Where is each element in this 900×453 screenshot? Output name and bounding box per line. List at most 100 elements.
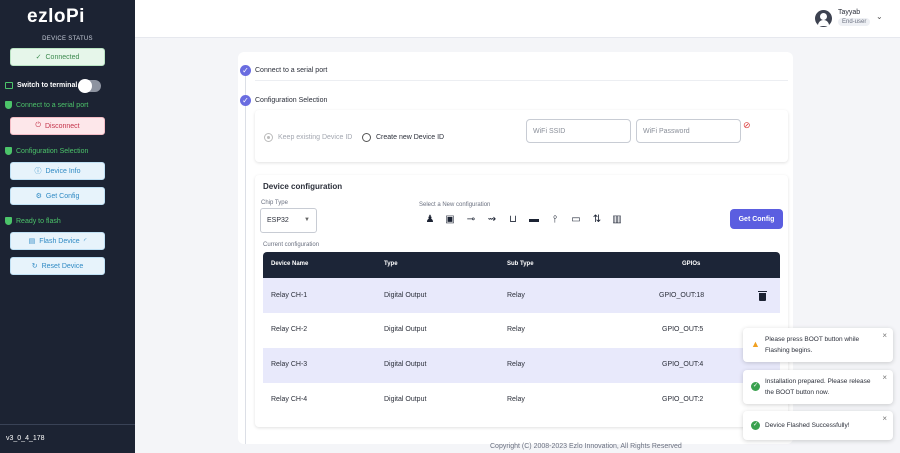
- column-header-gpios: GPIOs: [682, 261, 701, 267]
- toast-success: ✓ Device Flashed Successfully! ×: [743, 411, 893, 440]
- row-device-name: Relay CH-1: [271, 292, 308, 299]
- step2-check-icon: ✓: [240, 95, 251, 106]
- row-gpios: GPIO_OUT:4: [662, 361, 704, 368]
- row-device-name: Relay CH-3: [271, 361, 308, 368]
- column-header-type: Type: [384, 261, 398, 267]
- ready-flash-heading-text: Ready to flash: [16, 217, 61, 225]
- chevron-down-icon: ▼: [304, 217, 310, 223]
- get-config-button[interactable]: Get Config: [730, 209, 783, 229]
- step2-label[interactable]: Configuration Selection: [255, 97, 327, 104]
- toast-success: ✓ Installation prepared. Please release …: [743, 370, 893, 404]
- connect-serial-heading: Connect to a serial port: [5, 101, 88, 109]
- toast-message: Please press BOOT button while Flashing …: [765, 336, 860, 354]
- disconnect-label: Disconnect: [44, 122, 80, 130]
- chevron-down-icon[interactable]: ⌄: [876, 12, 883, 21]
- column-header-sub-type: Sub Type: [507, 261, 534, 267]
- device-status-label: DEVICE STATUS: [42, 36, 93, 42]
- step1-check-icon: ✓: [240, 65, 251, 76]
- sidebar: ezloPi DEVICE STATUS ✓ Connected Switch …: [0, 0, 135, 453]
- row-sub-type: Relay: [507, 361, 525, 368]
- lcd-icon[interactable]: ▭: [570, 214, 582, 226]
- terminal-icon: [5, 82, 13, 89]
- toggle-knob: [78, 79, 92, 93]
- flash-icon: ▤: [28, 238, 36, 245]
- step-connector: [245, 106, 246, 444]
- switch-terminal-label: Switch to terminal: [17, 82, 78, 89]
- toast-message: Device Flashed Successfully!: [765, 422, 850, 429]
- wifi-ssid-field[interactable]: WiFi SSID: [526, 119, 631, 143]
- trash-icon[interactable]: [758, 291, 767, 301]
- terminal-toggle[interactable]: [78, 79, 101, 93]
- device-info-label: Device Info: [45, 167, 81, 175]
- flash-device-label: Flash Device: [39, 237, 80, 245]
- shield-icon: [5, 101, 12, 109]
- config-selection-heading: Configuration Selection: [5, 147, 88, 155]
- led-icon[interactable]: ♟: [424, 214, 436, 226]
- digital-input-icon[interactable]: ⇝: [486, 214, 498, 226]
- check-icon: ✓: [35, 54, 42, 61]
- step-connector: [245, 76, 246, 96]
- power-icon: ⏻: [35, 122, 41, 129]
- row-type: Digital Output: [384, 361, 427, 368]
- avatar[interactable]: [815, 10, 832, 27]
- info-icon: ⓘ: [34, 168, 42, 175]
- get-config-sidebar-button[interactable]: ⚙ Get Config: [10, 187, 105, 205]
- uart-icon[interactable]: ⇅: [591, 214, 603, 226]
- other-icon[interactable]: ▥: [611, 214, 623, 226]
- column-header-device-name: Device Name: [271, 261, 309, 267]
- disconnect-button[interactable]: ⏻ Disconnect: [10, 117, 105, 135]
- row-gpios: GPIO_OUT:18: [659, 292, 705, 299]
- create-new-radio[interactable]: [362, 133, 371, 142]
- row-type: Digital Output: [384, 396, 427, 403]
- get-config-sidebar-label: Get Config: [45, 192, 80, 200]
- app-logo: ezloPi: [27, 6, 85, 27]
- row-sub-type: Relay: [507, 292, 525, 299]
- reset-device-label: Reset Device: [41, 262, 84, 270]
- step-divider: [255, 80, 788, 81]
- close-icon[interactable]: ×: [882, 373, 887, 382]
- check-icon: ✓: [751, 421, 760, 430]
- wifi-off-icon: ⊘: [743, 120, 751, 130]
- row-device-name: Relay CH-2: [271, 326, 308, 333]
- row-device-name: Relay CH-4: [271, 396, 308, 403]
- loading-spinner-icon: ◜: [83, 238, 87, 245]
- gear-icon: ⚙: [35, 193, 42, 200]
- relay-icon[interactable]: ⊔: [507, 214, 519, 226]
- ready-flash-heading: Ready to flash: [5, 217, 61, 225]
- row-sub-type: Relay: [507, 326, 525, 333]
- toast-message: Installation prepared. Please release th…: [765, 378, 871, 396]
- step1-label[interactable]: Connect to a serial port: [255, 67, 327, 74]
- chip-type-label: Chip Type: [261, 200, 288, 206]
- close-icon[interactable]: ×: [882, 414, 887, 423]
- door-sensor-icon[interactable]: ▣: [444, 214, 456, 226]
- switch-icon[interactable]: ⊸: [465, 214, 477, 226]
- close-icon[interactable]: ×: [882, 331, 887, 340]
- reset-device-button[interactable]: ↻ Reset Device: [10, 257, 105, 275]
- keep-existing-radio[interactable]: [264, 133, 273, 142]
- device-config-title: Device configuration: [263, 182, 343, 191]
- sidebar-divider: [0, 424, 135, 425]
- row-gpios: GPIO_OUT:2: [662, 396, 704, 403]
- antenna-icon[interactable]: ⫯: [549, 214, 561, 226]
- shield-icon: [5, 217, 12, 225]
- current-config-label: Current configuration: [263, 242, 320, 248]
- chip-type-value: ESP32: [267, 217, 289, 224]
- wifi-password-field[interactable]: WiFi Password: [636, 119, 741, 143]
- footer-copyright: Copyright (C) 2008-2023 Ezlo Innovation,…: [490, 443, 682, 450]
- chip-type-select[interactable]: ESP32 ▼: [260, 208, 317, 233]
- version-label: v3_0_4_178: [6, 435, 45, 442]
- toast-warning: ▲ Please press BOOT button while Flashin…: [743, 328, 893, 362]
- row-type: Digital Output: [384, 292, 427, 299]
- keep-existing-label: Keep existing Device ID: [278, 134, 353, 141]
- reset-icon: ↻: [31, 263, 38, 270]
- connect-serial-heading-text: Connect to a serial port: [16, 101, 89, 109]
- check-icon: ✓: [751, 382, 760, 391]
- device-info-button[interactable]: ⓘ Device Info: [10, 162, 105, 180]
- row-gpios: GPIO_OUT:5: [662, 326, 704, 333]
- pwm-icon[interactable]: ▬: [528, 214, 540, 226]
- flash-device-button[interactable]: ▤ Flash Device ◜: [10, 232, 105, 250]
- config-selection-heading-text: Configuration Selection: [16, 147, 89, 155]
- connected-status-button[interactable]: ✓ Connected: [10, 48, 105, 66]
- row-sub-type: Relay: [507, 396, 525, 403]
- user-name: Tayyab: [838, 9, 861, 16]
